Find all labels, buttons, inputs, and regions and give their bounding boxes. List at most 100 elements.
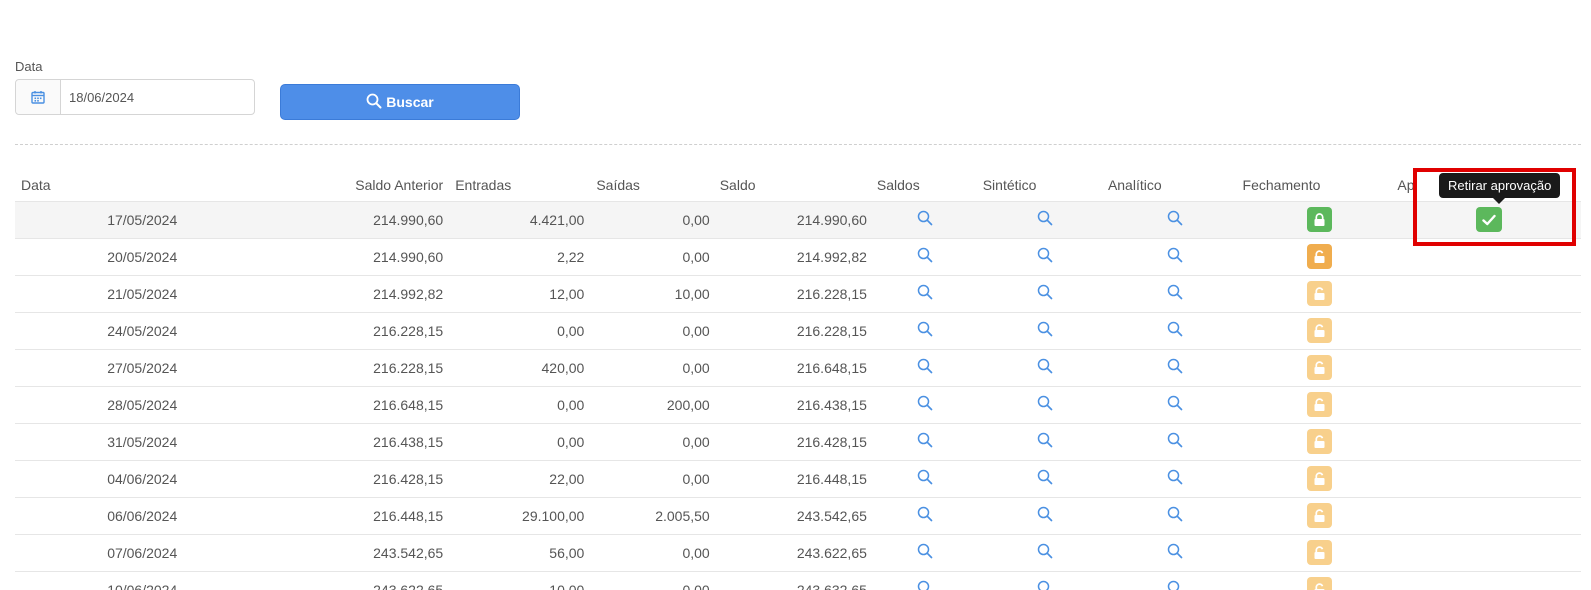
cell-saldo: 216.428,15 <box>709 423 867 461</box>
cell-saldo-anterior: 216.228,15 <box>177 312 444 350</box>
search-icon[interactable] <box>1167 284 1183 303</box>
unlock-icon[interactable] <box>1307 244 1333 269</box>
header-sintetico[interactable]: Sintético <box>982 165 1108 202</box>
unlock-icon[interactable] <box>1307 577 1333 590</box>
search-icon[interactable] <box>1037 210 1053 229</box>
search-icon[interactable] <box>1167 580 1183 590</box>
search-icon[interactable] <box>917 432 933 451</box>
search-icon[interactable] <box>1167 506 1183 525</box>
cell-saldo: 216.228,15 <box>709 275 867 313</box>
cell-sintetico <box>982 423 1108 461</box>
search-icon[interactable] <box>917 395 933 414</box>
search-icon[interactable] <box>1037 432 1053 451</box>
search-button-label: Buscar <box>386 94 434 110</box>
cell-fechamento <box>1242 349 1398 387</box>
search-icon[interactable] <box>917 358 933 377</box>
cell-entradas: 420,00 <box>443 349 585 387</box>
cell-saldo: 243.632,65 <box>709 571 867 590</box>
header-saldo-anterior[interactable]: Saldo Anterior <box>177 165 444 202</box>
search-icon[interactable] <box>1037 358 1053 377</box>
cell-entradas: 0,00 <box>443 312 585 350</box>
search-icon[interactable] <box>1037 580 1053 590</box>
cell-fechamento <box>1242 238 1398 276</box>
search-icon[interactable] <box>1167 321 1183 340</box>
header-fechamento[interactable]: Fechamento <box>1242 165 1398 202</box>
header-saidas[interactable]: Saídas <box>584 165 710 202</box>
search-icon[interactable] <box>1167 432 1183 451</box>
cell-sintetico <box>982 460 1108 498</box>
header-analitico[interactable]: Analítico <box>1107 165 1243 202</box>
cell-saldos <box>866 349 983 387</box>
search-icon[interactable] <box>1037 543 1053 562</box>
header-entradas[interactable]: Entradas <box>443 165 585 202</box>
cell-saldos <box>866 201 983 239</box>
table-row: 21/05/2024 214.992,82 12,00 10,00 216.228,15 <box>15 275 1581 313</box>
search-icon[interactable] <box>1037 506 1053 525</box>
unlock-icon[interactable] <box>1307 355 1333 380</box>
date-input[interactable] <box>61 80 254 114</box>
cell-sintetico <box>982 201 1108 239</box>
cell-data: 28/05/2024 <box>15 386 178 424</box>
cell-entradas: 0,00 <box>443 386 585 424</box>
search-icon[interactable] <box>1167 358 1183 377</box>
search-icon[interactable] <box>917 543 933 562</box>
unlock-icon[interactable] <box>1307 503 1333 528</box>
cell-saidas: 200,00 <box>584 386 710 424</box>
search-icon[interactable] <box>1037 284 1053 303</box>
table-header-row: Data Saldo Anterior Entradas Saídas Sald… <box>15 165 1581 202</box>
cell-entradas: 29.100,00 <box>443 497 585 535</box>
unlock-icon[interactable] <box>1307 281 1333 306</box>
cell-saidas: 0,00 <box>584 349 710 387</box>
cell-aprovacao <box>1397 349 1581 387</box>
unlock-icon[interactable] <box>1307 318 1333 343</box>
search-icon[interactable] <box>1037 395 1053 414</box>
search-icon[interactable] <box>917 321 933 340</box>
cell-saldo-anterior: 216.448,15 <box>177 497 444 535</box>
cell-saldo: 243.622,65 <box>709 534 867 572</box>
header-saldos[interactable]: Saldos <box>866 165 983 202</box>
search-icon[interactable] <box>917 506 933 525</box>
cell-saldos <box>866 534 983 572</box>
unlock-icon[interactable] <box>1307 429 1333 454</box>
cell-saldo-anterior: 216.228,15 <box>177 349 444 387</box>
search-icon[interactable] <box>1037 247 1053 266</box>
unlock-icon[interactable] <box>1307 466 1333 491</box>
search-icon[interactable] <box>917 580 933 590</box>
search-icon[interactable] <box>1167 543 1183 562</box>
cell-analitico <box>1107 386 1243 424</box>
header-saldo[interactable]: Saldo <box>709 165 867 202</box>
table-row: 31/05/2024 216.438,15 0,00 0,00 216.428,15 <box>15 423 1581 461</box>
cell-saidas: 0,00 <box>584 238 710 276</box>
cell-analitico <box>1107 460 1243 498</box>
cell-fechamento <box>1242 571 1398 590</box>
search-icon[interactable] <box>917 284 933 303</box>
cell-sintetico <box>982 497 1108 535</box>
search-icon[interactable] <box>917 210 933 229</box>
cell-data: 31/05/2024 <box>15 423 178 461</box>
search-button[interactable]: Buscar <box>280 84 520 120</box>
cell-aprovacao <box>1397 571 1581 590</box>
search-icon[interactable] <box>1167 395 1183 414</box>
search-icon[interactable] <box>1037 321 1053 340</box>
section-divider <box>15 144 1581 145</box>
search-icon[interactable] <box>1167 469 1183 488</box>
unlock-icon[interactable] <box>1307 540 1333 565</box>
highlight-box <box>1413 168 1576 246</box>
cell-sintetico <box>982 349 1108 387</box>
cell-saldo: 216.648,15 <box>709 349 867 387</box>
search-icon[interactable] <box>917 469 933 488</box>
calendar-icon[interactable] <box>16 80 61 114</box>
search-icon[interactable] <box>1167 210 1183 229</box>
search-icon[interactable] <box>917 247 933 266</box>
cell-saldo: 216.448,15 <box>709 460 867 498</box>
cell-saidas: 0,00 <box>584 201 710 239</box>
header-data[interactable]: Data <box>15 165 178 202</box>
cell-saldo-anterior: 243.622,65 <box>177 571 444 590</box>
search-icon[interactable] <box>1167 247 1183 266</box>
unlock-icon[interactable] <box>1307 392 1333 417</box>
date-picker[interactable] <box>15 79 255 115</box>
date-filter-label: Data <box>15 59 43 74</box>
search-icon[interactable] <box>1037 469 1053 488</box>
cell-sintetico <box>982 238 1108 276</box>
lock-icon[interactable] <box>1307 207 1333 232</box>
